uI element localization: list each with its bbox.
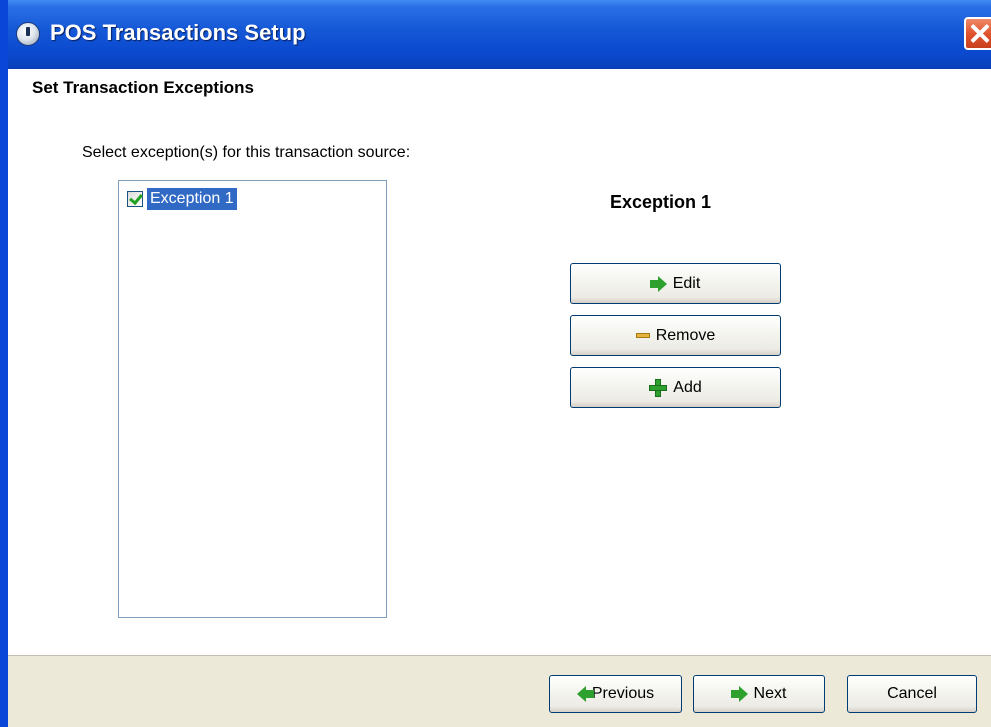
next-button-label: Next bbox=[753, 685, 787, 702]
add-button-label: Add bbox=[673, 378, 702, 396]
minus-icon bbox=[635, 333, 650, 338]
instruction-label: Select exception(s) for this transaction… bbox=[82, 144, 411, 161]
cancel-button[interactable]: Cancel bbox=[847, 675, 977, 713]
app-icon bbox=[16, 22, 40, 46]
exception-detail-title: Exception 1 bbox=[610, 192, 712, 212]
exceptions-listbox[interactable]: Exception 1 bbox=[118, 180, 387, 618]
exception-checkbox[interactable] bbox=[127, 191, 143, 207]
edit-button[interactable]: Edit bbox=[570, 263, 781, 304]
list-item-label[interactable]: Exception 1 bbox=[147, 188, 237, 210]
title-bar[interactable]: POS Transactions Setup bbox=[8, 0, 991, 69]
window-title: POS Transactions Setup bbox=[50, 20, 306, 45]
plus-icon bbox=[649, 378, 668, 397]
next-button[interactable]: Next bbox=[693, 675, 825, 713]
arrow-right-icon bbox=[649, 275, 667, 292]
close-icon[interactable] bbox=[964, 17, 991, 50]
remove-button-label: Remove bbox=[655, 326, 716, 344]
page-heading: Set Transaction Exceptions bbox=[32, 78, 255, 97]
edit-button-label: Edit bbox=[672, 274, 701, 292]
arrow-right-icon bbox=[730, 686, 748, 702]
arrow-left-icon bbox=[576, 686, 594, 702]
previous-button-label: Previous bbox=[591, 685, 655, 702]
footer-bar: Previous Next Cancel bbox=[8, 655, 991, 727]
add-button[interactable]: Add bbox=[570, 367, 781, 408]
setup-window: POS Transactions Setup Set Transaction E… bbox=[0, 0, 991, 727]
cancel-button-label: Cancel bbox=[887, 685, 937, 702]
remove-button[interactable]: Remove bbox=[570, 315, 781, 356]
list-item[interactable]: Exception 1 bbox=[127, 188, 237, 210]
previous-button[interactable]: Previous bbox=[549, 675, 682, 713]
